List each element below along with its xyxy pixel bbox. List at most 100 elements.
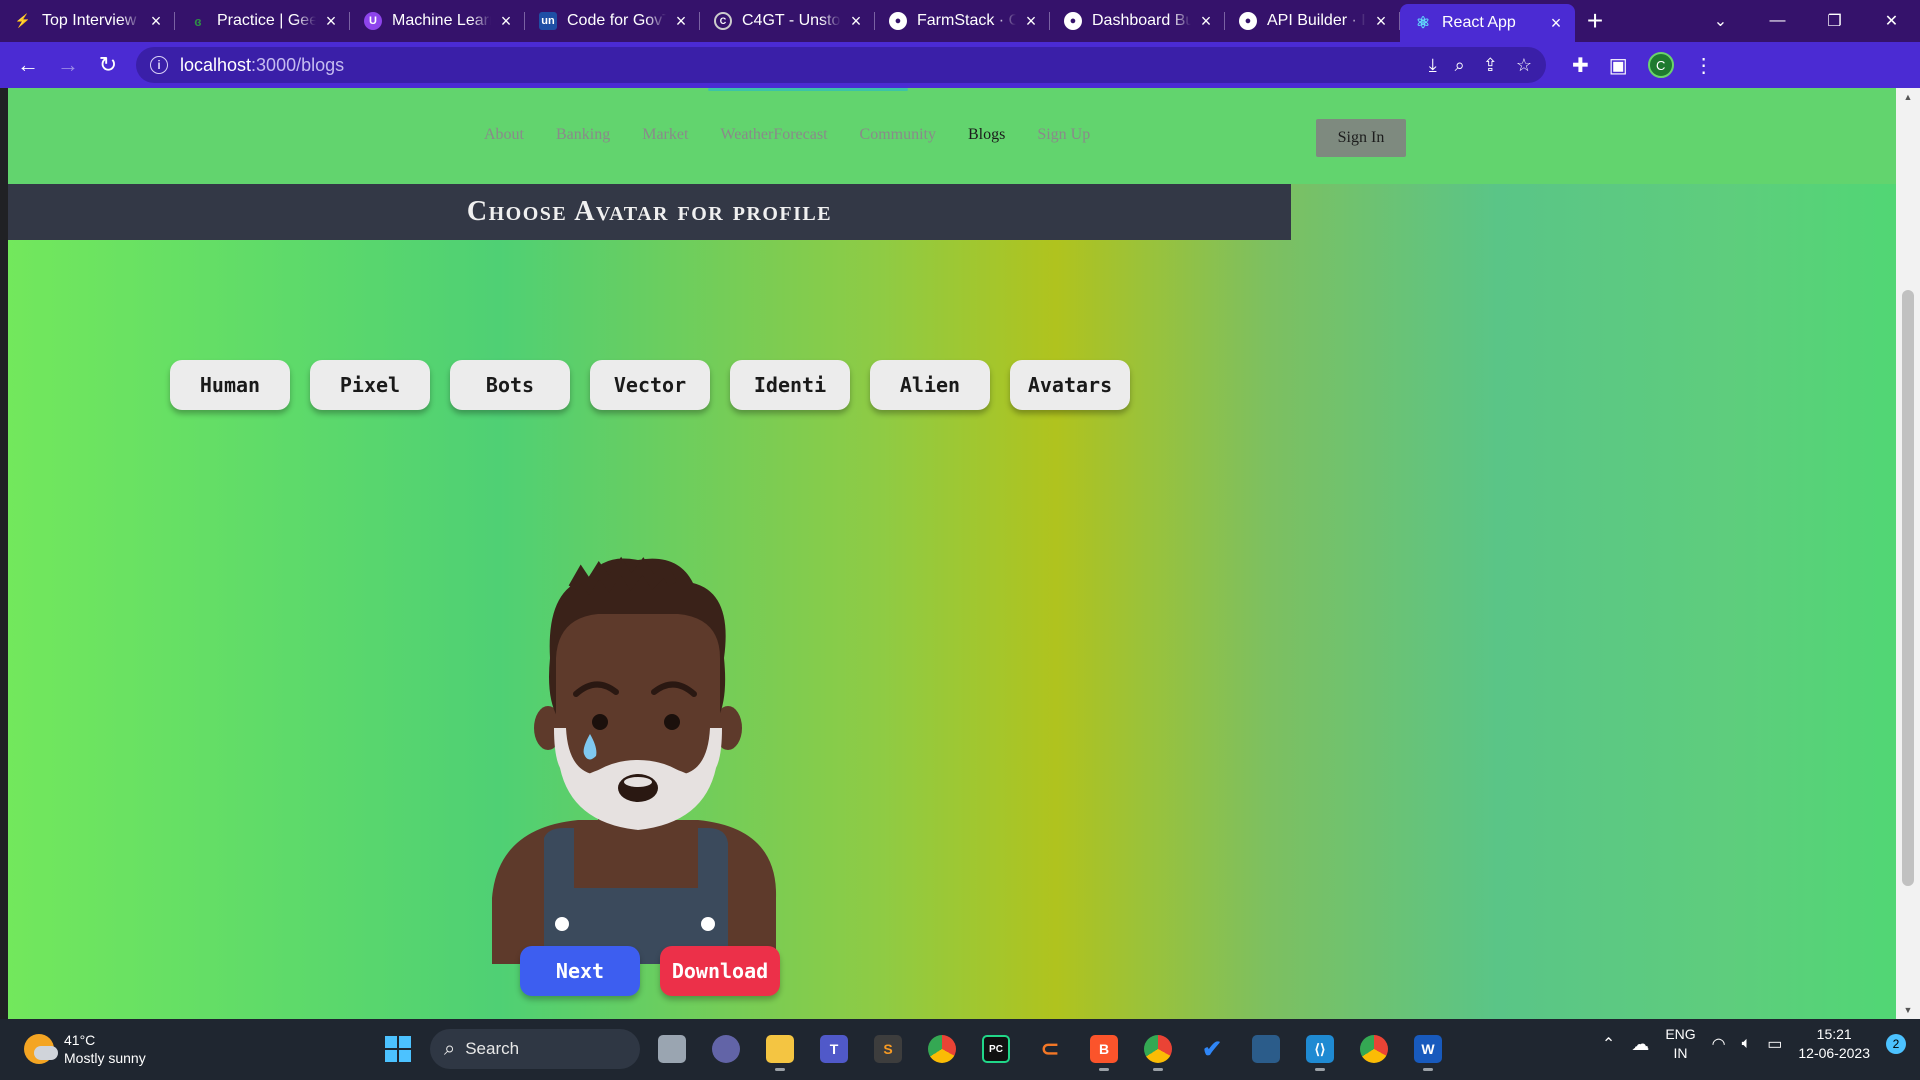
weather-widget[interactable]: 41°C Mostly sunny <box>24 1031 146 1067</box>
windows-taskbar: 41°C Mostly sunny ⌕ Search T S PC ⊂ B ✔ … <box>0 1019 1920 1080</box>
minimize-button[interactable]: — <box>1749 0 1806 42</box>
teams-icon[interactable]: T <box>812 1027 856 1071</box>
download-button[interactable]: Download <box>660 946 780 996</box>
tab-react-app[interactable]: ⚛ React App × <box>1400 4 1575 42</box>
install-app-icon[interactable]: ⤓ <box>1429 55 1437 76</box>
windows-start-icon[interactable] <box>376 1027 420 1071</box>
tab-farmstack[interactable]: ● FarmStack · Code × <box>875 0 1050 42</box>
brave-icon[interactable]: B <box>1082 1027 1126 1071</box>
avatar-actions: Next Download <box>520 946 780 996</box>
nav-link-sign-up[interactable]: Sign Up <box>1037 126 1090 144</box>
battery-icon[interactable]: ▭ <box>1767 1034 1782 1054</box>
extensions-icon[interactable]: ✚ <box>1572 53 1589 78</box>
tab-api-builder[interactable]: ● API Builder · Issues × <box>1225 0 1400 42</box>
search-icon: ⌕ <box>444 1037 456 1060</box>
jupyter-icon[interactable]: ⊂ <box>1028 1027 1072 1071</box>
sublime-text-icon[interactable]: S <box>866 1027 910 1071</box>
reload-button[interactable]: ↻ <box>88 45 128 85</box>
browser-tab-strip: ⚡ Top Interview × ɞ Practice | Geeks × U… <box>0 0 1920 42</box>
close-icon[interactable]: × <box>497 11 515 31</box>
nav-link-blogs[interactable]: Blogs <box>968 126 1005 144</box>
scroll-up-arrow-icon[interactable]: ▲ <box>1896 88 1920 106</box>
taskbar-search[interactable]: ⌕ Search <box>430 1029 640 1069</box>
chevron-up-icon[interactable]: ⌃ <box>1602 1034 1615 1054</box>
tab-practice-geeks[interactable]: ɞ Practice | Geeks × <box>175 0 350 42</box>
clock[interactable]: 15:21 12-06-2023 <box>1798 1025 1870 1063</box>
share-icon[interactable]: ⇪ <box>1483 55 1498 76</box>
scrollbar-thumb[interactable] <box>1902 290 1914 886</box>
tab-search-chevron-icon[interactable]: ⌄ <box>1692 0 1749 42</box>
mysql-workbench-icon[interactable] <box>1244 1027 1288 1071</box>
vscode-icon[interactable]: ⟨⟩ <box>1298 1027 1342 1071</box>
tab-top-interview[interactable]: ⚡ Top Interview × <box>0 0 175 42</box>
close-icon[interactable]: × <box>847 11 865 31</box>
nav-link-weatherforecast[interactable]: WeatherForecast <box>720 126 827 144</box>
category-human-button[interactable]: Human <box>170 360 290 410</box>
restore-button[interactable]: ❐ <box>1806 0 1863 42</box>
profile-avatar[interactable]: C <box>1647 52 1674 78</box>
close-icon[interactable]: × <box>1197 11 1215 31</box>
site-info-icon[interactable]: i <box>150 56 168 74</box>
side-panel-icon[interactable]: ▣ <box>1609 53 1628 78</box>
nav-link-about[interactable]: About <box>484 126 524 144</box>
tab-code-for-govtech[interactable]: un Code for GovTech × <box>525 0 700 42</box>
avatar-preview <box>488 498 788 964</box>
close-icon[interactable]: × <box>1372 11 1390 31</box>
tab-title: Practice | Geeks <box>217 12 316 29</box>
tab-title: C4GT - Unstop <box>742 12 841 29</box>
word-icon[interactable]: W <box>1406 1027 1450 1071</box>
teams-chat-icon[interactable] <box>704 1027 748 1071</box>
tab-title: Dashboard Builder <box>1092 12 1191 29</box>
close-icon[interactable]: × <box>322 11 340 31</box>
volume-icon[interactable]: 🔈︎ <box>1742 1035 1752 1053</box>
close-icon[interactable]: × <box>1547 13 1565 33</box>
sign-in-button[interactable]: Sign In <box>1316 119 1406 157</box>
category-vector-button[interactable]: Vector <box>590 360 710 410</box>
onedrive-cloud-icon[interactable]: ☁ <box>1631 1034 1649 1055</box>
close-icon[interactable]: × <box>672 11 690 31</box>
url-path: :3000/blogs <box>251 54 345 75</box>
menu-icon[interactable]: ⋮ <box>1694 53 1714 78</box>
wifi-icon[interactable]: ◠ <box>1712 1034 1726 1054</box>
next-button[interactable]: Next <box>520 946 640 996</box>
clock-date: 12-06-2023 <box>1798 1045 1870 1061</box>
vertical-scrollbar[interactable]: ▲ ▼ <box>1896 88 1920 1019</box>
page-viewport: About Banking Market WeatherForecast Com… <box>0 88 1920 1019</box>
file-explorer-icon[interactable] <box>758 1027 802 1071</box>
c4gt-icon: C <box>714 12 732 30</box>
chrome-profile-icon[interactable] <box>1136 1027 1180 1071</box>
zoom-icon[interactable]: ⌕ <box>1455 55 1465 76</box>
pycharm-icon[interactable]: PC <box>974 1027 1018 1071</box>
tab-title: API Builder · Issues <box>1267 12 1366 29</box>
back-button[interactable]: ← <box>8 45 48 85</box>
task-view-icon[interactable] <box>650 1027 694 1071</box>
tab-title: FarmStack · Code <box>917 12 1016 29</box>
todo-icon[interactable]: ✔ <box>1190 1027 1234 1071</box>
close-icon[interactable]: × <box>1022 11 1040 31</box>
nav-link-banking[interactable]: Banking <box>556 126 610 144</box>
category-pixel-button[interactable]: Pixel <box>310 360 430 410</box>
category-bots-button[interactable]: Bots <box>450 360 570 410</box>
category-alien-button[interactable]: Alien <box>870 360 990 410</box>
new-tab-button[interactable]: + <box>1575 0 1615 42</box>
bookmark-star-icon[interactable]: ☆ <box>1516 55 1532 76</box>
url-host: localhost <box>180 54 252 75</box>
address-bar[interactable]: i localhost:3000/blogs ⤓ ⌕ ⇪ ☆ <box>136 47 1546 83</box>
clock-time: 15:21 <box>1816 1026 1852 1042</box>
tab-machine-learning[interactable]: U Machine Learning × <box>350 0 525 42</box>
language-indicator[interactable]: ENG IN <box>1665 1025 1695 1063</box>
tab-c4gt-unstop[interactable]: C C4GT - Unstop × <box>700 0 875 42</box>
chrome-icon[interactable] <box>920 1027 964 1071</box>
close-icon[interactable]: × <box>147 11 165 31</box>
nav-link-market[interactable]: Market <box>642 126 688 144</box>
category-avatars-button[interactable]: Avatars <box>1010 360 1130 410</box>
weather-description: Mostly sunny <box>64 1050 146 1066</box>
tab-dashboard-builder[interactable]: ● Dashboard Builder × <box>1050 0 1225 42</box>
close-window-button[interactable]: ✕ <box>1863 0 1920 42</box>
forward-button[interactable]: → <box>48 45 88 85</box>
chrome-canary-icon[interactable] <box>1352 1027 1396 1071</box>
notification-badge[interactable]: 2 <box>1886 1034 1906 1054</box>
scroll-down-arrow-icon[interactable]: ▼ <box>1896 1001 1920 1019</box>
category-identi-button[interactable]: Identi <box>730 360 850 410</box>
nav-link-community[interactable]: Community <box>860 126 936 144</box>
